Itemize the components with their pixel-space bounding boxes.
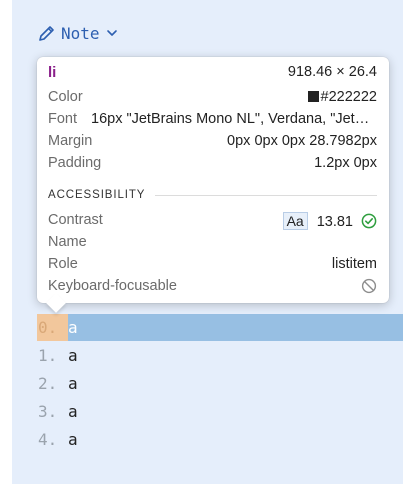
accessibility-section-header: ACCESSIBILITY — [48, 187, 377, 203]
color-swatch — [307, 91, 319, 102]
keyboard-focusable-label: Keyboard-focusable — [48, 278, 177, 294]
list-item-number: 0. — [38, 318, 58, 337]
contrast-row: Contrast Aa 13.81 — [48, 212, 377, 232]
note-header[interactable]: Note — [38, 22, 118, 44]
margin-value: 0px 0px 0px 28.7982px — [227, 133, 377, 149]
list-item[interactable]: 1. a — [0, 342, 403, 369]
element-tag: li — [48, 64, 57, 81]
role-row: Role listitem — [48, 256, 377, 276]
list-item[interactable]: 2. a — [0, 370, 403, 397]
inspect-tooltip: li 918.46 × 26.4 Color #222222 Font 16px… — [37, 57, 389, 313]
list-item[interactable]: 4. a — [0, 426, 403, 453]
chevron-down-icon — [106, 27, 118, 39]
contrast-value: Aa 13.81 — [282, 212, 377, 233]
list-item-text: a — [68, 430, 78, 449]
list-item-number: 1. — [38, 346, 58, 365]
role-value: listitem — [331, 256, 377, 272]
name-label: Name — [48, 234, 87, 250]
list-item-text: a — [68, 402, 78, 421]
font-value: 16px "JetBrains Mono NL", Verdana, "JetB… — [91, 111, 378, 127]
list-item-text: a — [68, 346, 78, 365]
content-highlight — [68, 314, 403, 341]
padding-label: Padding — [48, 155, 102, 171]
font-label: Font — [48, 111, 78, 127]
contrast-sample-badge: Aa — [282, 212, 308, 230]
padding-row: Padding 1.2px 0px — [48, 155, 377, 175]
note-title: Note — [61, 23, 100, 43]
list-item[interactable]: 3. a — [0, 398, 403, 425]
keyboard-focusable-value — [353, 278, 377, 298]
list-item-text: a — [68, 318, 78, 337]
color-row: Color #222222 — [48, 89, 377, 109]
element-dimensions: 918.46 × 26.4 — [287, 64, 377, 80]
no-entry-icon — [361, 278, 377, 298]
margin-label: Margin — [48, 133, 93, 149]
color-value: #222222 — [307, 89, 377, 105]
font-row: Font 16px "JetBrains Mono NL", Verdana, … — [48, 111, 378, 131]
role-label: Role — [48, 256, 78, 272]
margin-row: Margin 0px 0px 0px 28.7982px — [48, 133, 377, 153]
padding-value: 1.2px 0px — [314, 155, 377, 171]
color-label: Color — [48, 89, 83, 105]
list-item-text: a — [68, 374, 78, 393]
list-item-number: 4. — [38, 430, 58, 449]
section-divider — [155, 194, 377, 196]
keyboard-row: Keyboard-focusable — [48, 278, 377, 298]
contrast-label: Contrast — [48, 212, 103, 228]
pencil-icon — [38, 25, 55, 42]
list-item[interactable]: 0. a — [0, 314, 403, 341]
check-circle-icon — [361, 213, 377, 233]
name-row: Name — [48, 234, 377, 254]
list-item-number: 3. — [38, 402, 58, 421]
list-item-number: 2. — [38, 374, 58, 393]
